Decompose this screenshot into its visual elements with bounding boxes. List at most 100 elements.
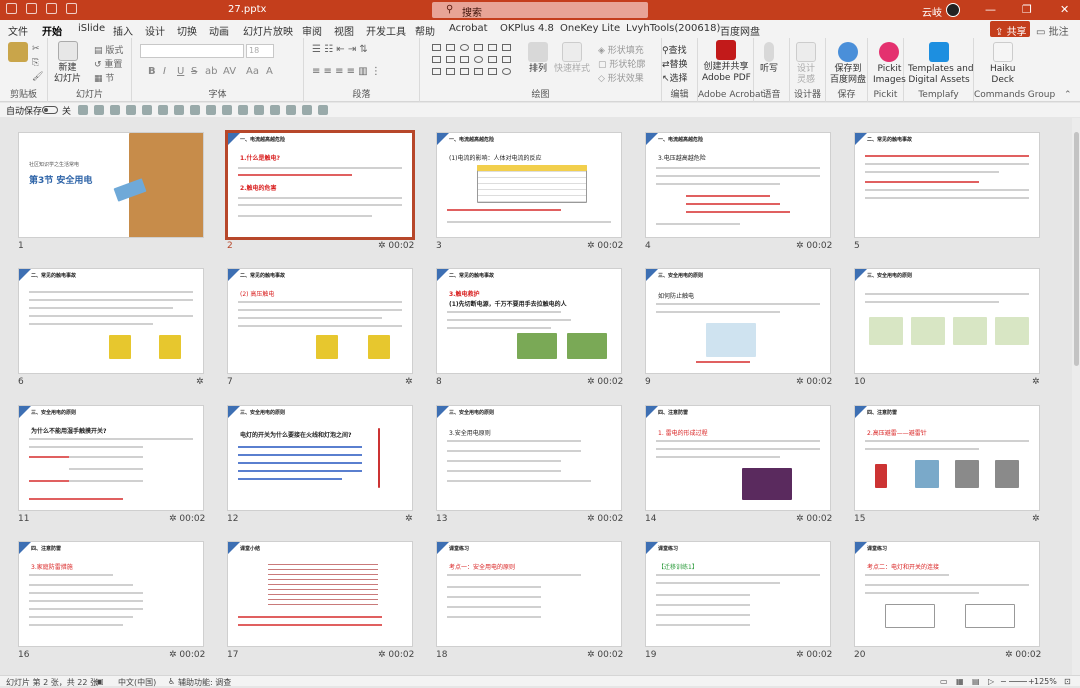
- tab-baidu[interactable]: 百度网盘: [720, 23, 760, 38]
- tab-home[interactable]: 开始: [42, 23, 62, 42]
- zoom-level[interactable]: 125%: [1034, 677, 1057, 686]
- maximize-button[interactable]: ❐: [1022, 3, 1032, 16]
- reading-view-icon[interactable]: ▤: [972, 677, 980, 686]
- normal-view-icon[interactable]: ▭: [940, 677, 948, 686]
- paste-button[interactable]: [8, 42, 28, 64]
- tab-view[interactable]: 视图: [334, 23, 354, 38]
- user-name[interactable]: 云岐: [922, 4, 942, 19]
- slide-thumbnail[interactable]: 三、安全用电的原则 为什么不能用湿手触摸开关?: [18, 405, 204, 511]
- slide-thumbnail[interactable]: 课堂练习 考点二：电灯和开关的连接: [854, 541, 1040, 647]
- save-icon[interactable]: [6, 3, 17, 14]
- scrollbar-thumb[interactable]: [1074, 132, 1079, 366]
- shape-rect-icon[interactable]: [488, 44, 497, 51]
- shape-effects-button[interactable]: ◇ 形状效果: [598, 71, 644, 84]
- shape-rect-icon[interactable]: [446, 68, 455, 75]
- font-color-button[interactable]: A: [266, 66, 273, 77]
- slide-thumbnail[interactable]: 课堂练习 【迁移训练1】: [645, 541, 831, 647]
- spellcheck-icon[interactable]: ▣: [96, 677, 104, 686]
- save-to-baidu-button[interactable]: 保存到 百度网盘: [830, 42, 866, 86]
- shape-rect-icon[interactable]: [460, 68, 469, 75]
- slide-thumbnail[interactable]: 课堂小结: [227, 541, 413, 647]
- draw-icon[interactable]: [190, 105, 200, 115]
- slide-thumbnail[interactable]: 四、注意防雷 2.高压避雷——避雷针: [854, 405, 1040, 511]
- customize-icon[interactable]: [318, 105, 328, 115]
- tab-design[interactable]: 设计: [145, 23, 165, 38]
- shape-rect-icon[interactable]: [432, 56, 441, 63]
- bold-button[interactable]: B: [148, 66, 156, 77]
- shadow-button[interactable]: ab: [205, 66, 217, 77]
- vertical-scrollbar[interactable]: [1072, 118, 1080, 675]
- italic-button[interactable]: I: [163, 66, 166, 77]
- undo-icon[interactable]: [26, 3, 37, 14]
- redo-icon[interactable]: [46, 3, 57, 14]
- font-name-field[interactable]: [140, 44, 244, 58]
- table-icon[interactable]: [174, 105, 184, 115]
- shape-rect-icon[interactable]: [432, 44, 441, 51]
- shape-rect-icon[interactable]: [446, 56, 455, 63]
- slide-thumbnail[interactable]: 二、常见的触电事故 (2) 高压触电: [227, 268, 413, 374]
- shape-rect-icon[interactable]: [446, 44, 455, 51]
- tab-lvyhtools[interactable]: LvyhTools(200618): [626, 23, 720, 34]
- new-slide-button[interactable]: 新建 幻灯片: [54, 41, 81, 85]
- slide-thumbnail[interactable]: 一、电流越高越危险 (1)电流的影响：人体对电流的反应: [436, 132, 622, 238]
- change-case-button[interactable]: Aa: [246, 66, 259, 77]
- reset-button[interactable]: ↺ 重置: [94, 57, 122, 70]
- slide-thumbnail[interactable]: 一、电流越高越危险 3.电压越高越危险: [645, 132, 831, 238]
- find-button[interactable]: ⚲查找: [662, 43, 687, 56]
- tab-developer[interactable]: 开发工具: [366, 23, 406, 38]
- haiku-deck-button[interactable]: Haiku Deck: [990, 42, 1015, 86]
- strikethrough-button[interactable]: S: [191, 66, 197, 77]
- email-icon[interactable]: [158, 105, 168, 115]
- pickit-images-button[interactable]: Pickit Images: [873, 42, 906, 86]
- tab-transitions[interactable]: 切换: [177, 23, 197, 38]
- shape-rect-icon[interactable]: [488, 56, 497, 63]
- zoom-out-icon[interactable]: −: [1000, 677, 1007, 686]
- slide-thumbnail[interactable]: 课堂练习 考点一：安全用电的原则: [436, 541, 622, 647]
- autosave-toggle[interactable]: [42, 106, 58, 114]
- align-icon[interactable]: ≡ ≡ ≡ ≡ ▥ ⋮: [312, 66, 381, 77]
- dictate-button[interactable]: 听写: [760, 42, 778, 75]
- tab-file[interactable]: 文件: [8, 23, 28, 38]
- spacing-button[interactable]: AV: [223, 66, 236, 77]
- print-icon[interactable]: [142, 105, 152, 115]
- save-icon[interactable]: [78, 105, 88, 115]
- tab-acrobat[interactable]: Acrobat: [449, 23, 488, 34]
- tab-help[interactable]: 帮助: [415, 23, 435, 38]
- shape-rect-icon[interactable]: [488, 68, 497, 75]
- tab-animations[interactable]: 动画: [209, 23, 229, 38]
- present-icon[interactable]: [126, 105, 136, 115]
- slide-thumbnail[interactable]: 三、安全用电的原则 如何防止触电: [645, 268, 831, 374]
- sorter-view-icon[interactable]: ▦: [956, 677, 964, 686]
- language[interactable]: 中文(中国): [118, 677, 156, 688]
- font-size-field[interactable]: 18: [246, 44, 274, 58]
- share-button[interactable]: ⇪ 共享: [990, 21, 1030, 38]
- slide-thumbnail[interactable]: 二、常见的触电事故: [854, 132, 1040, 238]
- minimize-button[interactable]: —: [985, 3, 996, 16]
- tab-slideshow[interactable]: 幻灯片放映: [243, 23, 293, 38]
- slide-thumbnail[interactable]: 三、安全用电的原则 3.安全用电原则: [436, 405, 622, 511]
- accessibility-status[interactable]: 辅助功能: 调查: [178, 677, 231, 688]
- shape-oval-icon[interactable]: [502, 68, 511, 75]
- tab-onekey[interactable]: OneKey Lite: [560, 23, 620, 34]
- align-icon[interactable]: [238, 105, 248, 115]
- slide-thumbnail[interactable]: 三、安全用电的原则 电灯的开关为什么要接在火线和灯泡之间?: [227, 405, 413, 511]
- copy-icon[interactable]: ⎘: [32, 58, 39, 68]
- replace-button[interactable]: ⇄替换: [662, 57, 688, 70]
- group-icon[interactable]: [254, 105, 264, 115]
- underline-button[interactable]: U: [177, 66, 184, 77]
- shape-rect-icon[interactable]: [474, 68, 483, 75]
- layout-button[interactable]: ▤ 版式: [94, 43, 123, 56]
- tab-islide[interactable]: iSlide: [78, 23, 105, 34]
- distribute-icon[interactable]: [270, 105, 280, 115]
- shape-outline-button[interactable]: ▢ 形状轮廓: [598, 57, 645, 70]
- tab-review[interactable]: 审阅: [302, 23, 322, 38]
- section-button[interactable]: ▦ 节: [94, 71, 114, 84]
- select-button[interactable]: ↖选择: [662, 71, 688, 84]
- zoom-slider[interactable]: [1009, 681, 1027, 682]
- shape-rect-icon[interactable]: [474, 44, 483, 51]
- present-icon[interactable]: [66, 3, 77, 14]
- tab-insert[interactable]: 插入: [113, 23, 133, 38]
- slide-thumbnail[interactable]: 四、注意防雷 1. 雷电的形成过程: [645, 405, 831, 511]
- bullets-icon[interactable]: ☰ ☷ ⇤ ⇥ ⇅: [312, 44, 368, 55]
- shape-fill-button[interactable]: ◈ 形状填充: [598, 43, 644, 56]
